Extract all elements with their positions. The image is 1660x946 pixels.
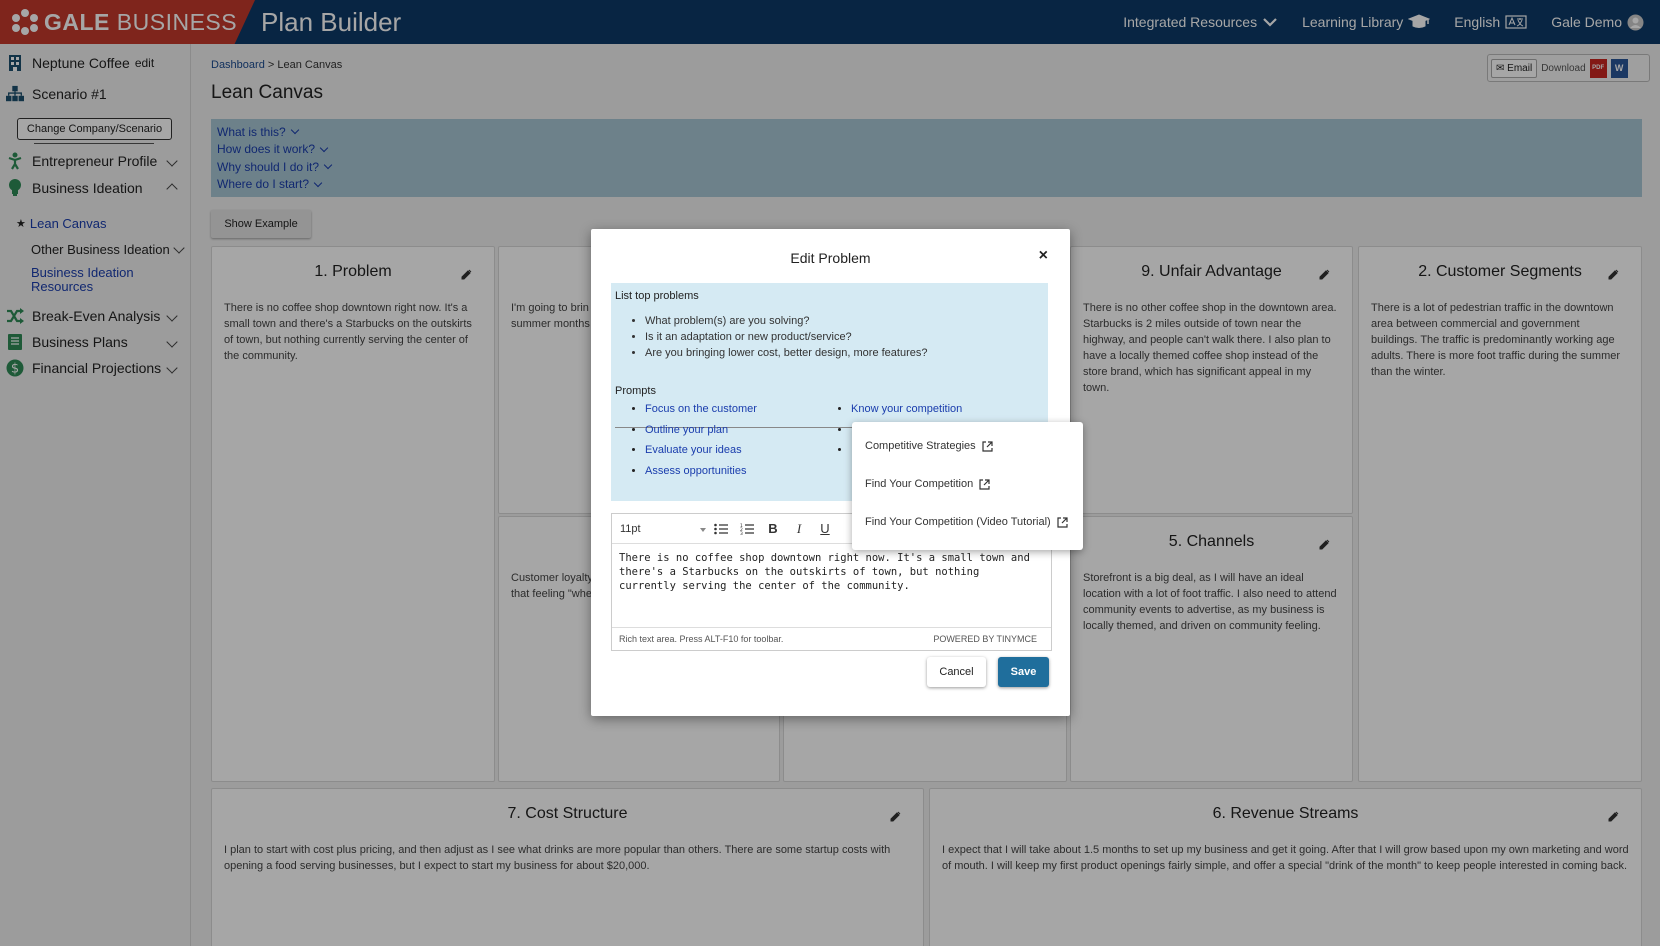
powered-by[interactable]: POWERED BY TINYMCE [933, 634, 1037, 644]
external-link-icon [982, 440, 993, 452]
prompts-left: Focus on the customer Outline your plan … [645, 399, 757, 481]
underline-button[interactable]: U [812, 519, 838, 539]
list-heading: List top problems [615, 290, 699, 302]
dropdown-item-find-competition-video[interactable]: Find Your Competition (Video Tutorial) [865, 516, 1068, 528]
prompt-focus-customer[interactable]: Focus on the customer [645, 399, 757, 420]
dropdown-item-find-competition[interactable]: Find Your Competition [865, 478, 990, 490]
modal-title: Edit Problem [790, 250, 871, 266]
prompts-heading: Prompts [615, 385, 656, 397]
bullet-list-icon[interactable] [708, 519, 734, 539]
prompt-know-competition[interactable]: Know your competition [851, 399, 962, 420]
font-size-select[interactable]: 11pt [620, 523, 708, 535]
numbered-list-icon[interactable]: 123 [734, 519, 760, 539]
dropdown-item-label: Find Your Competition [865, 478, 974, 490]
list-item: What problem(s) are you solving? [645, 313, 927, 329]
competition-dropdown: Competitive Strategies Find Your Competi… [852, 422, 1083, 550]
dropdown-item-competitive-strategies[interactable]: Competitive Strategies [865, 440, 993, 452]
prompt-outline-plan[interactable]: Outline your plan [645, 420, 757, 441]
dropdown-item-label: Find Your Competition (Video Tutorial) [865, 516, 1051, 528]
italic-button[interactable]: I [786, 519, 812, 539]
editor-statusbar: Rich text area. Press ALT-F10 for toolba… [612, 627, 1051, 650]
problem-questions: What problem(s) are you solving? Is it a… [645, 313, 927, 361]
dropdown-item-label: Competitive Strategies [865, 440, 976, 452]
editor-content[interactable]: There is no coffee shop downtown right n… [619, 551, 1041, 593]
status-hint: Rich text area. Press ALT-F10 for toolba… [619, 634, 784, 644]
prompt-assess-opportunities[interactable]: Assess opportunities [645, 461, 757, 482]
list-item: Are you bringing lower cost, better desi… [645, 345, 927, 361]
external-link-icon [1057, 516, 1068, 528]
close-icon[interactable]: × [1039, 247, 1048, 265]
external-link-icon [979, 478, 990, 490]
svg-text:3: 3 [740, 531, 743, 535]
list-item: Is it an adaptation or new product/servi… [645, 329, 927, 345]
prompt-evaluate-ideas[interactable]: Evaluate your ideas [645, 440, 757, 461]
bold-button[interactable]: B [760, 519, 786, 539]
cancel-button[interactable]: Cancel [927, 657, 986, 687]
save-button[interactable]: Save [998, 657, 1049, 687]
